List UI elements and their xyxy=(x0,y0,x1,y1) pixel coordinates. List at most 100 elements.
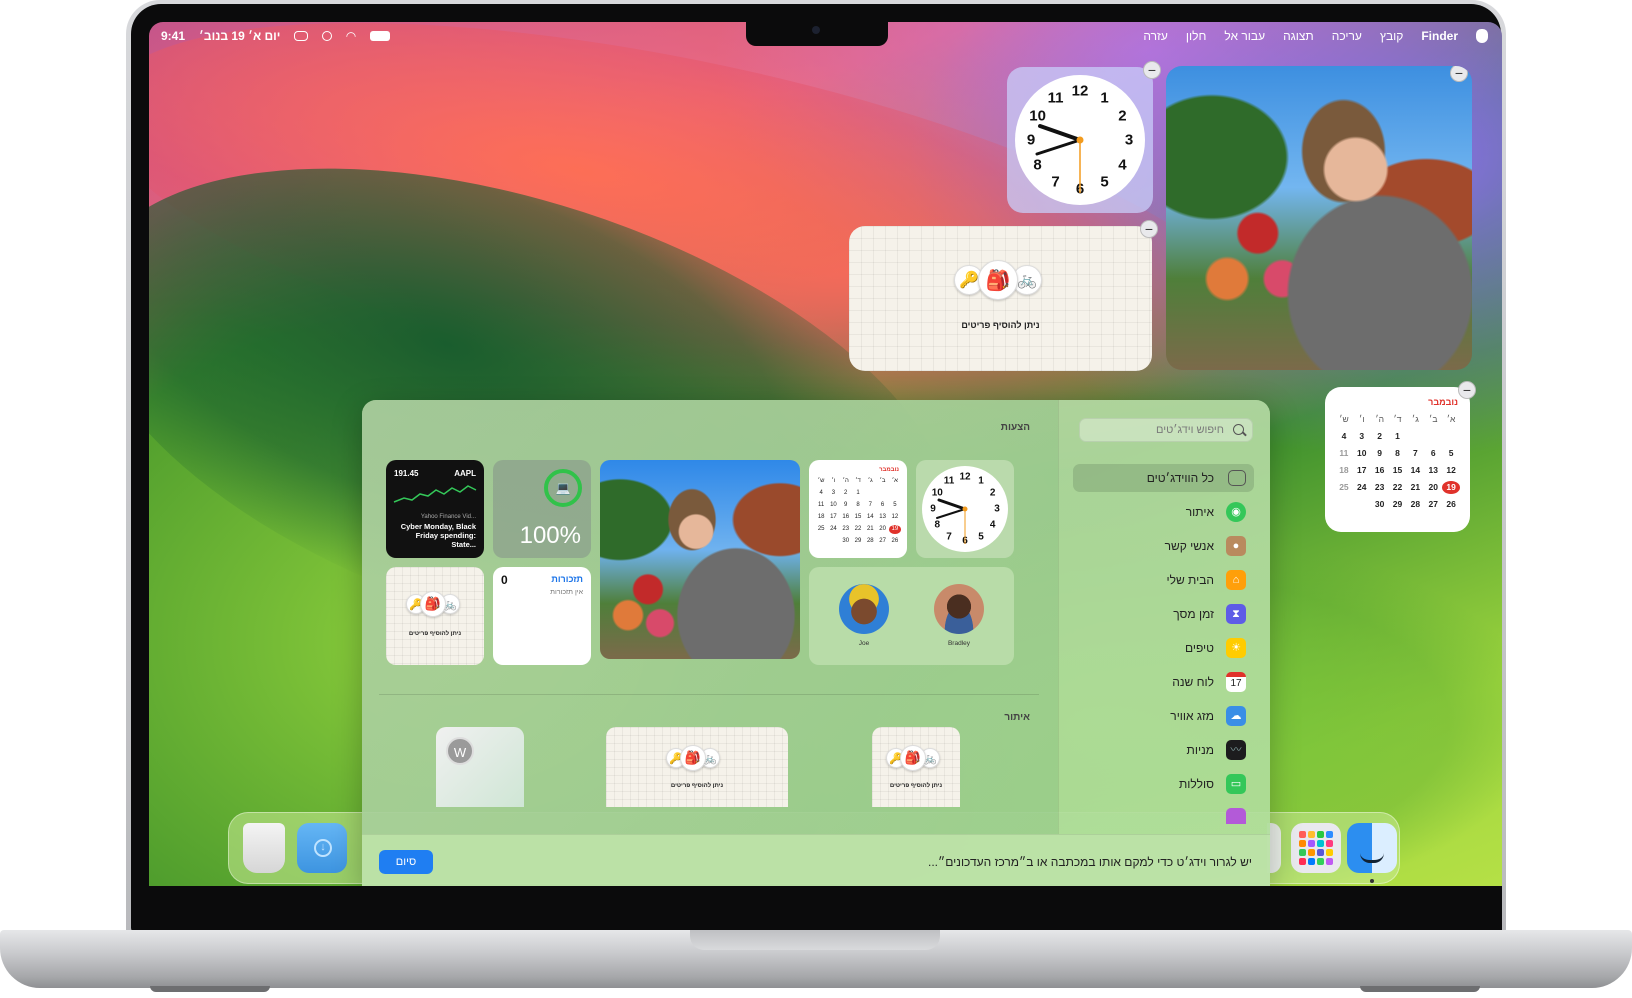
done-button[interactable]: סיום xyxy=(379,850,433,874)
category-contacts[interactable]: ● אנשי קשר xyxy=(1073,532,1254,560)
day xyxy=(1424,430,1442,443)
calendar-widget[interactable]: נובמבר א׳ ב׳ ג׳ ד׳ ה׳ ו׳ ש׳ 1 2 3 4 5 6 … xyxy=(1325,381,1476,532)
section-divider xyxy=(379,694,1039,695)
launchpad-icon[interactable] xyxy=(1291,823,1341,873)
remove-widget-button[interactable]: − xyxy=(1450,66,1468,82)
category-screen-time[interactable]: ⧗ זמן מסך xyxy=(1073,600,1254,628)
finder-icon[interactable] xyxy=(1347,823,1397,873)
reminders-title: תזכורות xyxy=(551,574,583,584)
day: 27 xyxy=(879,538,886,544)
news-headline: Cyber Monday, Black Friday spending: Sta… xyxy=(400,522,476,549)
findmy-label: ניתן להוסיף פריטים xyxy=(408,631,462,637)
day: 20 xyxy=(1428,482,1438,492)
reminders-widget-preview[interactable]: 0 תזכורות אין תזכורות xyxy=(493,567,591,665)
items-cluster: 🔑 🎒 🚲 xyxy=(666,745,720,771)
menu-go[interactable]: עבור אל xyxy=(1224,29,1265,43)
day xyxy=(876,489,888,498)
clock-widget-preview[interactable]: 12 1 2 3 4 5 6 7 8 9 10 11 xyxy=(916,460,1014,558)
weekday: ש׳ xyxy=(1339,414,1349,424)
category-findmy[interactable]: ◉ איתור xyxy=(1073,498,1254,526)
menu-edit[interactable]: עריכה xyxy=(1332,29,1362,43)
reminders-empty: אין תזכורות xyxy=(550,589,583,596)
findmy-wide-widget-preview[interactable]: 🔑 🎒 🚲 ניתן להוסיף פריטים xyxy=(606,727,788,807)
day: 4 xyxy=(1341,431,1347,441)
remove-widget-button[interactable]: − xyxy=(1140,220,1158,238)
day: 20 xyxy=(879,526,886,532)
menu-help[interactable]: עזרה xyxy=(1143,29,1168,43)
control-center-icon[interactable] xyxy=(294,31,309,41)
contacts-widget-preview[interactable]: Joe Bradley xyxy=(809,567,1014,665)
category-stocks[interactable]: 〰 מניות xyxy=(1073,736,1254,764)
weekday: ה׳ xyxy=(842,478,849,484)
category-podcasts[interactable] xyxy=(1073,804,1254,824)
laptop-foot xyxy=(150,986,270,992)
weather-letter-icon: W xyxy=(446,737,474,765)
category-all-widgets[interactable]: כל הווידג׳טים xyxy=(1073,464,1254,492)
remove-widget-button[interactable]: − xyxy=(1458,381,1476,399)
photos-widget[interactable]: − xyxy=(1166,66,1472,370)
calendar-month: נובמבר xyxy=(1428,397,1458,407)
day: 11 xyxy=(818,502,825,508)
laptop-icon: 💻 xyxy=(544,469,582,507)
app-menus: Finder קובץ עריכה תצוגה עבור אל חלון עזר… xyxy=(1143,29,1488,43)
findmy-small-widget-preview[interactable]: 🔑 🎒 🚲 ניתן להוסיף פריטים xyxy=(872,727,960,807)
day: 26 xyxy=(1446,499,1456,509)
category-label: מניות xyxy=(1186,743,1214,757)
category-calendar[interactable]: 17 לוח שנה xyxy=(1073,668,1254,696)
day: 4 xyxy=(819,490,823,496)
day: 18 xyxy=(817,514,825,520)
day: 8 xyxy=(856,502,860,508)
findmy-items-widget[interactable]: 🔑 🎒 🚲 ניתן להוסיף פריטים − xyxy=(849,220,1158,371)
day: 12 xyxy=(1446,465,1456,475)
day: 23 xyxy=(1374,482,1385,492)
weekday: ד׳ xyxy=(1393,414,1402,424)
calendar-widget-preview[interactable]: נובמבר א׳ ב׳ ג׳ ד׳ ה׳ ו׳ ש׳ 1 2 3 4 5 6 … xyxy=(809,460,907,558)
findmy-label: ניתן להוסיף פריטים xyxy=(889,783,943,789)
day: 2 xyxy=(1377,431,1383,441)
apple-menu-icon[interactable] xyxy=(1476,29,1488,43)
menu-file[interactable]: קובץ xyxy=(1380,29,1403,43)
avatar xyxy=(839,584,889,634)
day xyxy=(1335,498,1353,511)
menubar-date[interactable]: יום א׳ 19 בנוב׳ xyxy=(199,29,280,43)
downloads-folder-icon[interactable]: ↓ xyxy=(297,823,347,873)
day: 23 xyxy=(842,526,850,532)
findmy-label: ניתן להוסיף פריטים xyxy=(961,320,1040,330)
menu-view[interactable]: תצוגה xyxy=(1283,29,1314,43)
photos-widget-preview[interactable] xyxy=(600,460,800,659)
weather-widget-preview[interactable]: W xyxy=(436,727,524,807)
day: 30 xyxy=(1374,499,1385,509)
gallery-content: הצעות 191.45 AAPL Yahoo Finance Vid... C… xyxy=(362,400,1058,834)
category-weather[interactable]: ☁ מזג אוויר xyxy=(1073,702,1254,730)
remove-widget-button[interactable]: − xyxy=(1143,61,1161,79)
menubar-time[interactable]: 9:41 xyxy=(161,29,185,43)
weekday: ה׳ xyxy=(1375,414,1384,424)
day xyxy=(864,489,876,498)
menu-window[interactable]: חלון xyxy=(1186,29,1207,43)
findmy-widget-preview[interactable]: 🔑 🎒 🚲 ניתן להוסיף פריטים xyxy=(386,567,484,665)
items-cluster: 🔑 🎒 🚲 xyxy=(954,260,1042,300)
day: 27 xyxy=(1428,499,1438,509)
laptop-foot xyxy=(1360,986,1480,992)
clock-widget[interactable]: 12 1 2 3 4 5 6 7 8 9 10 11 − xyxy=(1007,61,1161,213)
category-tips[interactable]: ☀ טיפים xyxy=(1073,634,1254,662)
menu-finder[interactable]: Finder xyxy=(1421,29,1458,43)
category-batteries[interactable]: ▭ סוללות xyxy=(1073,770,1254,798)
clock-face: 12 1 2 3 4 5 6 7 8 9 10 11 xyxy=(922,466,1008,552)
wifi-icon[interactable]: ◠ xyxy=(346,29,355,43)
search-widgets-input[interactable]: חיפוש וידג׳טים xyxy=(1079,418,1253,442)
day: 18 xyxy=(1339,465,1349,475)
trash-icon[interactable] xyxy=(243,823,285,873)
weather-icon: ☁ xyxy=(1226,706,1246,726)
batteries-widget-preview[interactable]: 💻 100% xyxy=(493,460,591,558)
spotlight-search-icon[interactable] xyxy=(322,31,333,41)
findmy-icon: ◉ xyxy=(1226,502,1246,522)
stocks-widget-preview[interactable]: 191.45 AAPL Yahoo Finance Vid... Cyber M… xyxy=(386,460,484,558)
weekday: ב׳ xyxy=(879,478,886,484)
day: 28 xyxy=(1410,499,1421,509)
category-label: מזג אוויר xyxy=(1170,709,1214,723)
category-home[interactable]: ⌂ הבית שלי xyxy=(1073,566,1254,594)
items-cluster: 🔑 🎒 🚲 xyxy=(886,745,940,771)
running-indicator xyxy=(1370,879,1374,883)
battery-status-icon[interactable] xyxy=(369,31,390,41)
